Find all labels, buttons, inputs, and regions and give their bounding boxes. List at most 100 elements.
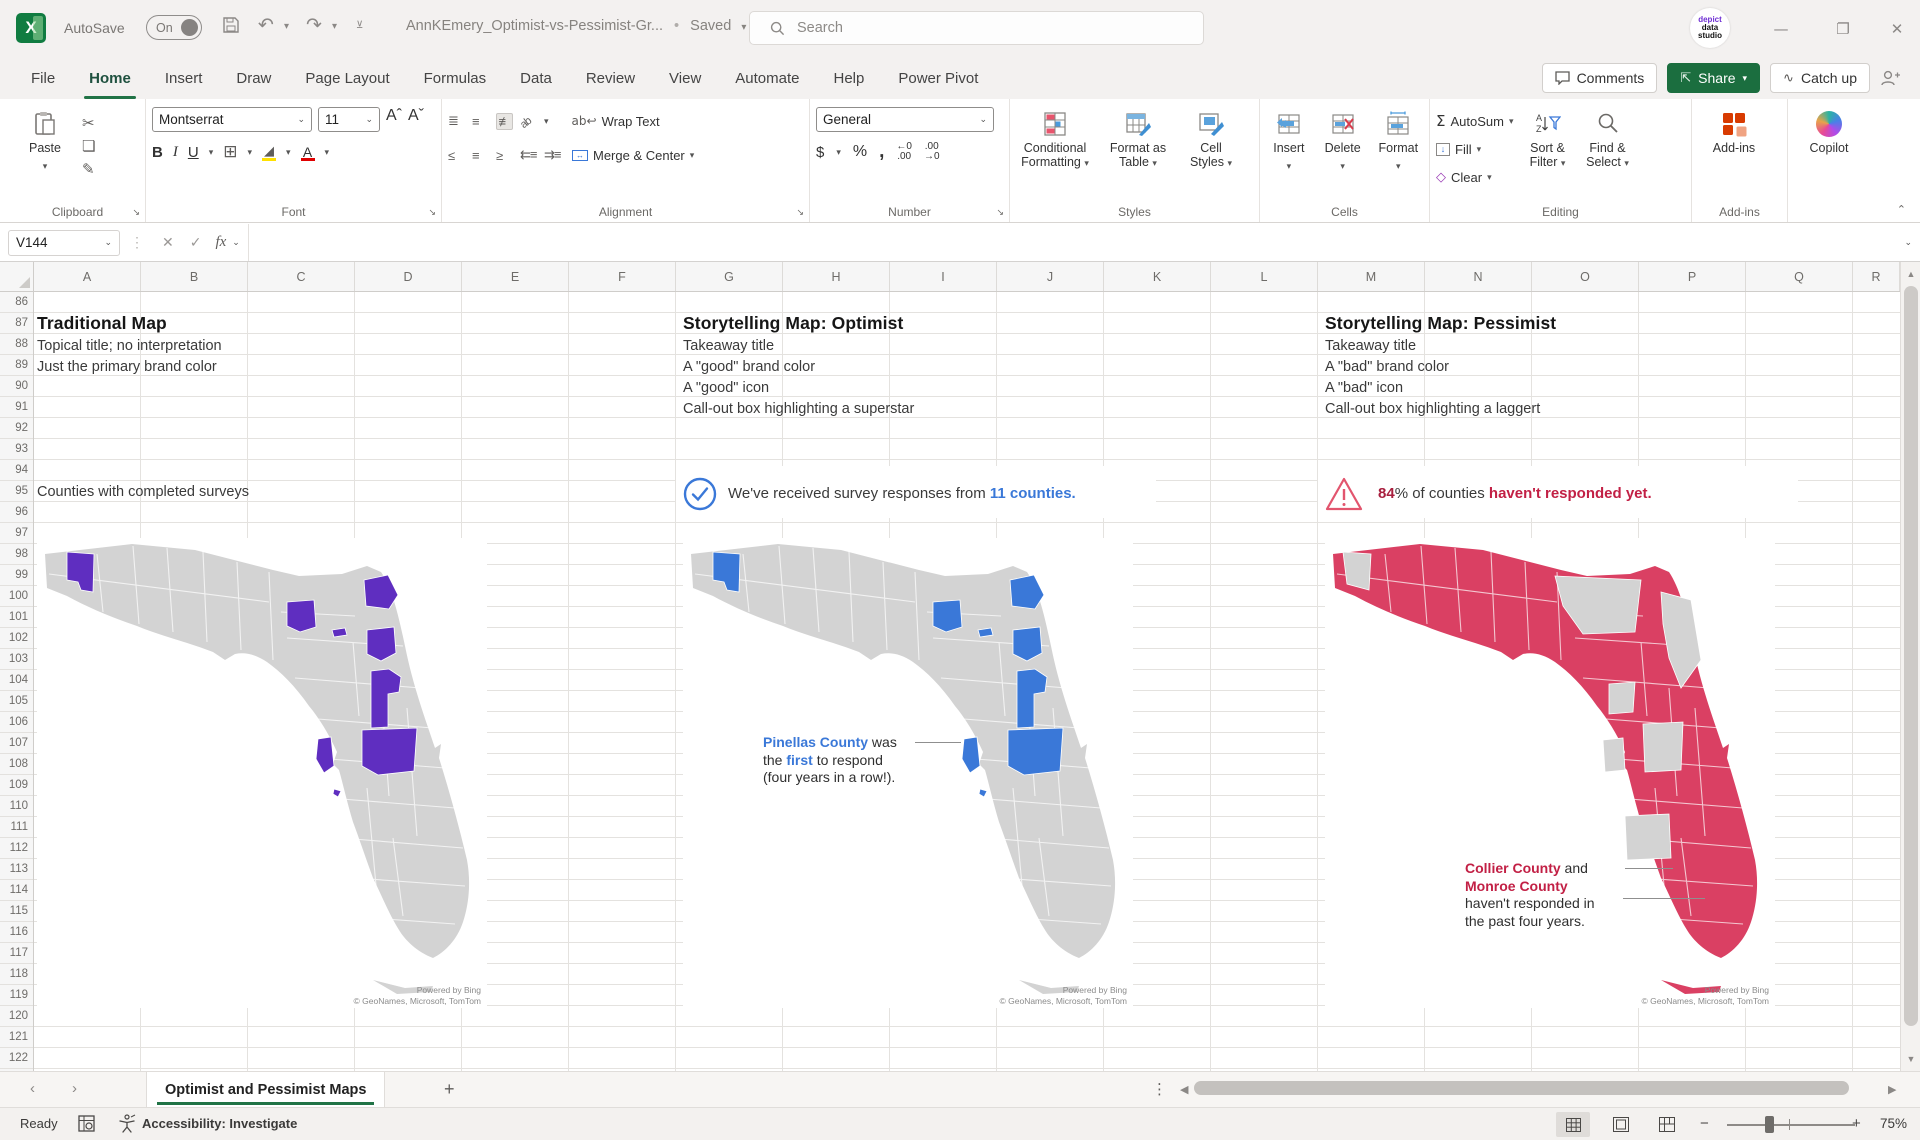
row-header-92[interactable]: 92	[0, 418, 33, 439]
wrap-text-button[interactable]: ab↩ Wrap Text	[572, 113, 660, 129]
confirm-entry-icon[interactable]: ✓	[190, 235, 202, 251]
accounting-caret-icon[interactable]: ▾	[836, 147, 841, 158]
comma-style-icon[interactable]: ,	[879, 141, 884, 163]
cancel-entry-icon[interactable]: ✕	[162, 235, 174, 251]
bold-button[interactable]: B	[152, 144, 163, 161]
number-format-combo[interactable]: General⌄	[816, 107, 994, 132]
row-header-122[interactable]: 122	[0, 1048, 33, 1069]
row-header-106[interactable]: 106	[0, 712, 33, 733]
column-header-F[interactable]: F	[569, 262, 676, 292]
column-header-E[interactable]: E	[462, 262, 569, 292]
minimize-button[interactable]: —	[1768, 16, 1794, 42]
italic-button[interactable]: I	[173, 144, 178, 161]
merge-center-button[interactable]: ↔ Merge & Center ▾	[572, 148, 694, 163]
cell-styles-button[interactable]: CellStyles ▾	[1182, 107, 1240, 202]
clipboard-dialog-launcher[interactable]: ↘	[132, 208, 140, 218]
column-header-H[interactable]: H	[783, 262, 890, 292]
orientation-caret-icon[interactable]: ▾	[544, 116, 549, 127]
save-icon[interactable]	[222, 16, 240, 39]
row-header-105[interactable]: 105	[0, 691, 33, 712]
row-header-90[interactable]: 90	[0, 376, 33, 397]
vertical-scrollbar[interactable]: ▲ ▼	[1900, 262, 1920, 1071]
page-break-view-button[interactable]	[1650, 1112, 1684, 1137]
column-header-J[interactable]: J	[997, 262, 1104, 292]
zoom-level[interactable]: 75%	[1880, 1116, 1907, 1131]
accessibility-icon[interactable]	[118, 1114, 136, 1133]
formula-input[interactable]	[248, 224, 1897, 261]
font-color-icon[interactable]: A	[301, 144, 315, 161]
fill-button[interactable]: ↓ Fill ▾	[1436, 137, 1514, 161]
grid-area[interactable]: Traditional Map Storytelling Map: Optimi…	[34, 292, 1900, 1071]
row-header-117[interactable]: 117	[0, 943, 33, 964]
scroll-up-icon[interactable]: ▲	[1901, 264, 1920, 284]
font-color-caret-icon[interactable]: ▾	[325, 147, 330, 158]
row-header-118[interactable]: 118	[0, 964, 33, 985]
bottom-align-icon[interactable]: ≢	[496, 113, 513, 130]
fill-color-icon[interactable]: ◢	[262, 144, 276, 161]
sort-filter-button[interactable]: AZ Sort &Filter ▾	[1522, 107, 1574, 202]
autosum-button[interactable]: Σ AutoSum ▾	[1436, 109, 1514, 133]
excel-app-icon[interactable]: X	[16, 13, 46, 43]
select-all-corner[interactable]	[0, 262, 34, 292]
scroll-down-icon[interactable]: ▼	[1901, 1049, 1920, 1069]
row-header-97[interactable]: 97	[0, 523, 33, 544]
ribbon-collapse-icon[interactable]: ⌃	[1897, 203, 1906, 216]
pessimist-map-image[interactable]: Collier County and Monroe County haven't…	[1325, 538, 1775, 1008]
row-header-98[interactable]: 98	[0, 544, 33, 565]
clear-button[interactable]: ◇ Clear ▾	[1436, 165, 1514, 189]
horizontal-scroll-thumb[interactable]	[1194, 1081, 1849, 1095]
sheetbar-more-icon[interactable]: ⋮	[1152, 1080, 1167, 1098]
undo-caret-icon[interactable]: ▾	[284, 21, 289, 32]
decrease-indent-icon[interactable]: ⇇≡	[520, 147, 537, 163]
row-header-107[interactable]: 107	[0, 733, 33, 754]
row-header-109[interactable]: 109	[0, 775, 33, 796]
ribbon-tab-power-pivot[interactable]: Power Pivot	[881, 57, 995, 99]
format-painter-icon[interactable]: ✎	[82, 161, 95, 177]
ribbon-tab-home[interactable]: Home	[72, 57, 148, 99]
search-box[interactable]: Search	[749, 11, 1204, 45]
ribbon-tab-help[interactable]: Help	[817, 57, 882, 99]
share-button[interactable]: ⇱ Share ▾	[1667, 63, 1760, 93]
row-header-121[interactable]: 121	[0, 1027, 33, 1048]
decrease-decimal-icon[interactable]: .00→0	[924, 142, 940, 162]
row-header-119[interactable]: 119	[0, 985, 33, 1006]
row-header-108[interactable]: 108	[0, 754, 33, 775]
row-header-96[interactable]: 96	[0, 502, 33, 523]
redo-caret-icon[interactable]: ▾	[332, 21, 337, 32]
row-header-93[interactable]: 93	[0, 439, 33, 460]
accounting-format-icon[interactable]: $	[816, 144, 824, 161]
row-header-95[interactable]: 95	[0, 481, 33, 502]
underline-button[interactable]: U	[188, 144, 199, 161]
column-header-A[interactable]: A	[34, 262, 141, 292]
format-cells-button[interactable]: Format ▾	[1374, 107, 1423, 202]
hscroll-left-icon[interactable]: ◀	[1180, 1083, 1188, 1096]
hscroll-right-icon[interactable]: ▶	[1888, 1083, 1896, 1096]
copilot-button[interactable]: Copilot	[1794, 107, 1864, 202]
cut-icon[interactable]: ✂	[82, 115, 95, 131]
ribbon-tab-view[interactable]: View	[652, 57, 718, 99]
row-header-114[interactable]: 114	[0, 880, 33, 901]
column-header-K[interactable]: K	[1104, 262, 1211, 292]
close-button[interactable]: ✕	[1884, 16, 1910, 42]
align-right-icon[interactable]: ≥	[496, 148, 513, 163]
align-left-icon[interactable]: ≤	[448, 148, 465, 163]
column-header-G[interactable]: G	[676, 262, 783, 292]
column-header-Q[interactable]: Q	[1746, 262, 1853, 292]
row-header-87[interactable]: 87	[0, 313, 33, 334]
insert-cells-button[interactable]: Insert ▾	[1266, 107, 1312, 202]
row-header-101[interactable]: 101	[0, 607, 33, 628]
font-dialog-launcher[interactable]: ↘	[428, 208, 436, 218]
row-header-112[interactable]: 112	[0, 838, 33, 859]
addins-button[interactable]: Add-ins	[1698, 107, 1770, 202]
conditional-formatting-button[interactable]: ConditionalFormatting ▾	[1016, 107, 1094, 202]
name-box[interactable]: V144 ⌄	[8, 230, 120, 256]
alignment-dialog-launcher[interactable]: ↘	[796, 208, 804, 218]
row-header-86[interactable]: 86	[0, 292, 33, 313]
zoom-slider-thumb[interactable]	[1765, 1116, 1774, 1133]
optimist-map-image[interactable]: Pinellas County was the first to respond…	[683, 538, 1133, 1008]
underline-caret-icon[interactable]: ▾	[209, 147, 214, 158]
number-dialog-launcher[interactable]: ↘	[996, 208, 1004, 218]
row-header-91[interactable]: 91	[0, 397, 33, 418]
ribbon-tab-insert[interactable]: Insert	[148, 57, 220, 99]
copy-icon[interactable]: ❏	[82, 138, 95, 154]
